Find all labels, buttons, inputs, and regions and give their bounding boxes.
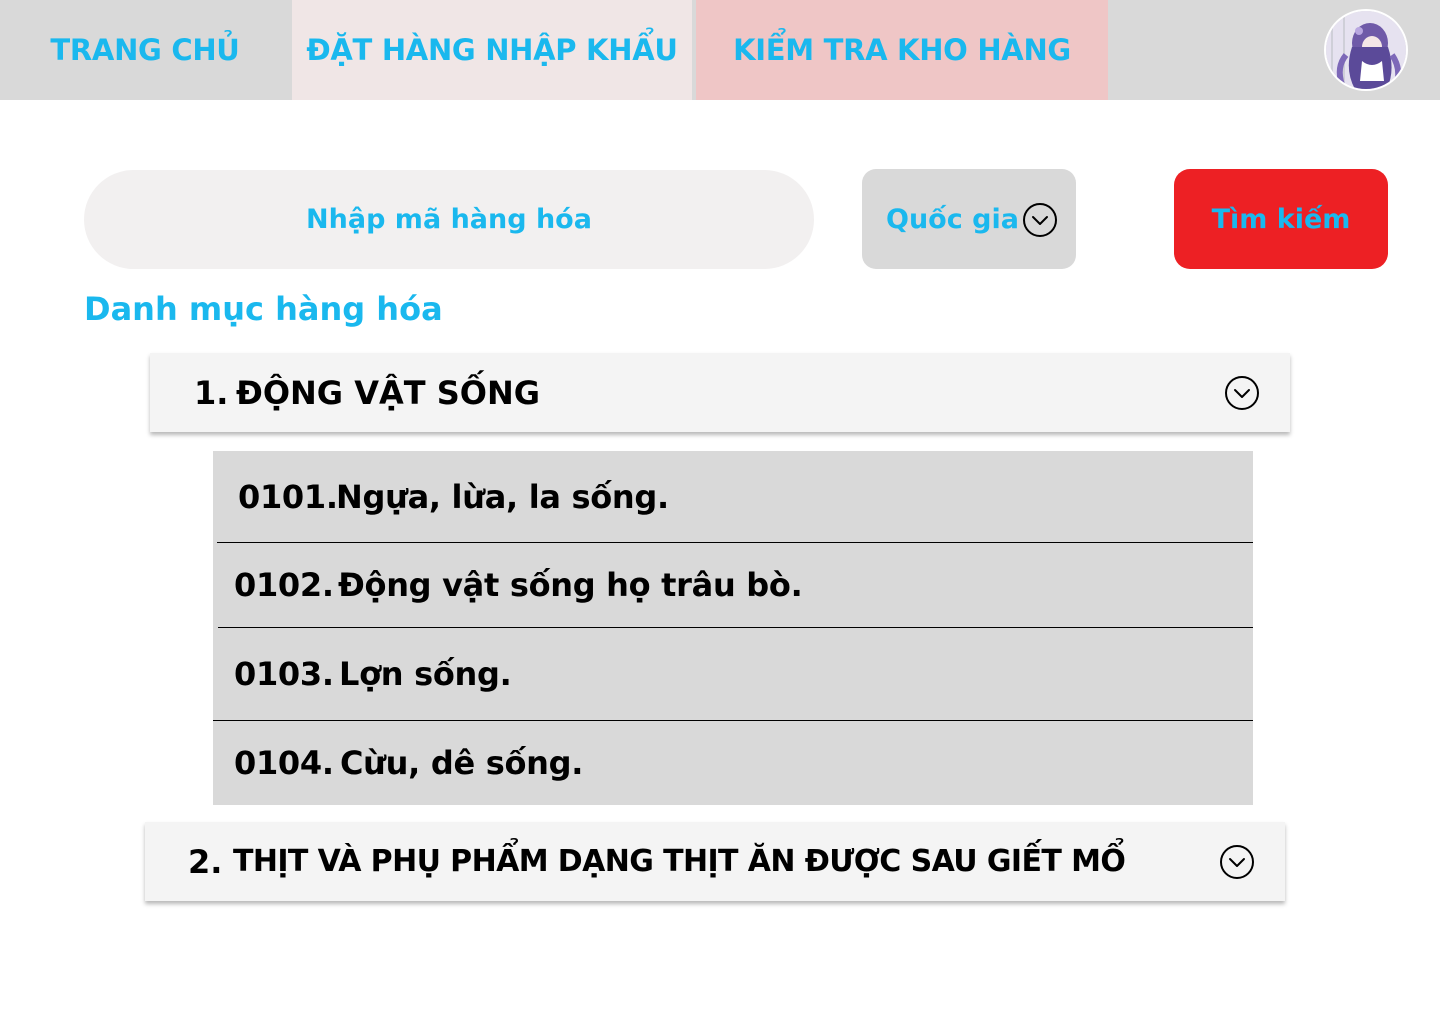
top-nav: TRANG CHỦ ĐẶT HÀNG NHẬP KHẨU KIỂM TRA KH… bbox=[0, 0, 1440, 100]
tab-import-order[interactable]: ĐẶT HÀNG NHẬP KHẨU bbox=[292, 0, 692, 100]
item-name: Động vật sống họ trâu bò. bbox=[338, 566, 803, 604]
user-avatar-icon[interactable] bbox=[1324, 9, 1408, 91]
category-header-meat[interactable]: 2. THỊT VÀ PHỤ PHẨM DẠNG THỊT ĂN ĐƯỢC SA… bbox=[145, 822, 1285, 901]
tab-inventory-check[interactable]: KIỂM TRA KHO HÀNG bbox=[696, 0, 1108, 100]
subcategory-list: 0101. Ngựa, lừa, la sống. 0102. Động vật… bbox=[213, 451, 1253, 805]
tab-home[interactable]: TRANG CHỦ bbox=[0, 0, 290, 100]
category-header-live-animals[interactable]: 1. ĐỘNG VẬT SỐNG bbox=[150, 353, 1290, 432]
category-number: 2. bbox=[188, 842, 223, 881]
country-select[interactable]: Quốc gia bbox=[862, 169, 1076, 269]
catalog-title: Danh mục hàng hóa bbox=[84, 290, 443, 328]
item-name: Lợn sống. bbox=[339, 655, 512, 693]
chevron-down-icon bbox=[1023, 203, 1057, 237]
tab-import-order-label: ĐẶT HÀNG NHẬP KHẨU bbox=[306, 33, 678, 67]
tab-home-label: TRANG CHỦ bbox=[50, 33, 240, 67]
item-code: 0102. bbox=[234, 566, 334, 604]
list-item[interactable]: 0102. Động vật sống họ trâu bò. bbox=[213, 543, 1253, 627]
product-code-search-input[interactable] bbox=[84, 170, 814, 269]
category-label: THỊT VÀ PHỤ PHẨM DẠNG THỊT ĂN ĐƯỢC SAU G… bbox=[233, 844, 1126, 879]
category-number: 1. bbox=[194, 373, 229, 412]
item-name: Ngựa, lừa, la sống. bbox=[336, 477, 669, 516]
list-item[interactable]: 0101. Ngựa, lừa, la sống. bbox=[213, 451, 1253, 542]
chevron-down-icon[interactable] bbox=[1219, 844, 1255, 880]
list-item[interactable]: 0103. Lợn sống. bbox=[213, 628, 1253, 720]
list-item[interactable]: 0104. Cừu, dê sống. bbox=[213, 721, 1253, 805]
country-select-label: Quốc gia bbox=[886, 203, 1019, 235]
chevron-down-icon[interactable] bbox=[1224, 375, 1260, 411]
item-code: 0103. bbox=[234, 655, 334, 693]
item-code: 0104. bbox=[234, 744, 334, 782]
tab-inventory-check-label: KIỂM TRA KHO HÀNG bbox=[733, 33, 1071, 67]
item-name: Cừu, dê sống. bbox=[340, 744, 584, 782]
search-button[interactable]: Tìm kiếm bbox=[1174, 169, 1388, 269]
avatar-image bbox=[1326, 11, 1406, 89]
item-code: 0101. bbox=[238, 477, 338, 516]
category-label: ĐỘNG VẬT SỐNG bbox=[236, 373, 540, 412]
